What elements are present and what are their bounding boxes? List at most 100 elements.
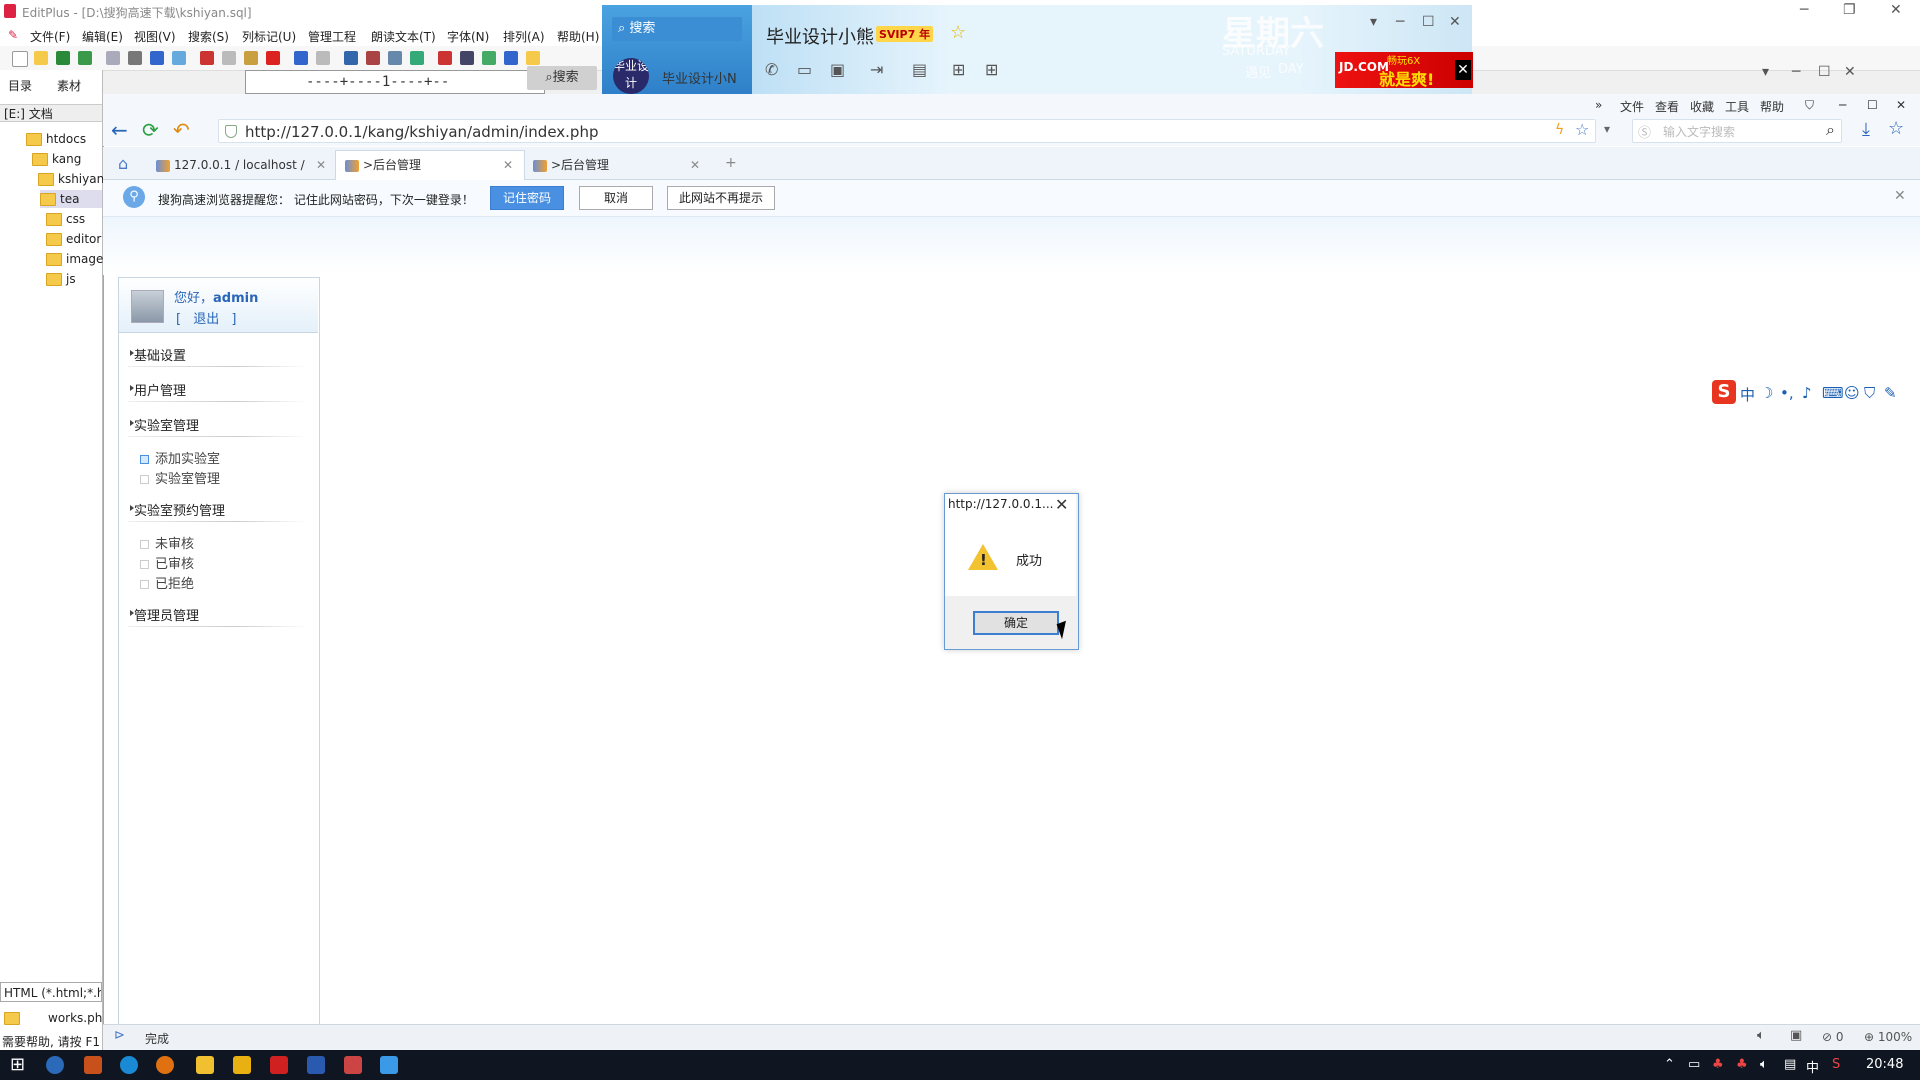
apps-icon[interactable]: ⊞: [985, 60, 998, 79]
blocked-count[interactable]: ⊘ 0: [1822, 1030, 1844, 1044]
close-icon[interactable]: ✕: [1844, 64, 1856, 80]
tray-app-icon[interactable]: ♣: [1712, 1057, 1724, 1072]
download-icon[interactable]: ⤓: [1862, 119, 1870, 140]
new-file-icon[interactable]: [12, 51, 28, 67]
find-in-files-icon[interactable]: [388, 51, 402, 65]
close-icon[interactable]: ✕: [1455, 60, 1471, 80]
close-icon[interactable]: ✕: [690, 152, 700, 178]
skin-icon[interactable]: ⛉: [1805, 98, 1814, 113]
goto-icon[interactable]: [410, 51, 424, 65]
lightning-icon[interactable]: ϟ: [1555, 122, 1564, 138]
qq-search-box[interactable]: ⌕ 搜索: [612, 17, 742, 41]
file-explorer-taskbar-icon[interactable]: [196, 1056, 214, 1074]
user-icon[interactable]: ☺: [1844, 384, 1860, 402]
menu-admin-management[interactable]: 管理员管理: [130, 605, 199, 624]
folder-taskbar-icon[interactable]: [233, 1056, 251, 1074]
browser-icon[interactable]: [172, 51, 186, 65]
invite-icon[interactable]: ⊞: [952, 60, 965, 79]
more-icon[interactable]: »: [1595, 98, 1602, 112]
moon-icon[interactable]: ☽: [1760, 384, 1773, 402]
menu-lab-list[interactable]: 实验室管理: [140, 468, 220, 487]
punctuation-icon[interactable]: •,: [1780, 384, 1794, 402]
home-icon[interactable]: ⌂: [118, 154, 128, 173]
notification-icon[interactable]: ▤: [1784, 1057, 1796, 1072]
file-filter-select[interactable]: HTML (*.html;*.htm): [0, 982, 102, 1002]
menu-view[interactable]: 查看: [1655, 98, 1679, 115]
menu-pending[interactable]: 未审核: [140, 533, 194, 552]
menu-read[interactable]: 朗读文本(T): [371, 28, 436, 45]
menu-lab-management[interactable]: 实验室管理: [130, 415, 199, 434]
app-taskbar-icon[interactable]: [270, 1056, 288, 1074]
sogou-browser-taskbar-icon[interactable]: [46, 1056, 64, 1074]
editplus-taskbar-icon[interactable]: [84, 1056, 102, 1074]
chevron-down-icon[interactable]: ▾: [1604, 122, 1610, 136]
firefox-taskbar-icon[interactable]: [156, 1056, 174, 1074]
favorite-star-icon[interactable]: ☆: [1575, 120, 1589, 139]
format-icon[interactable]: [526, 51, 540, 65]
menu-favorites[interactable]: 收藏: [1690, 98, 1714, 115]
file-list-item[interactable]: works.php: [0, 1008, 102, 1028]
word-taskbar-icon[interactable]: [307, 1056, 325, 1074]
hex-icon[interactable]: [460, 51, 474, 65]
maximize-icon[interactable]: ☐: [1422, 14, 1435, 30]
minimize-icon[interactable]: ─: [1839, 98, 1846, 112]
replace-icon[interactable]: [366, 51, 380, 65]
minimize-icon[interactable]: ─: [1800, 2, 1808, 18]
tray-expand-icon[interactable]: ⌃: [1664, 1057, 1675, 1072]
close-icon[interactable]: ✕: [1896, 98, 1906, 112]
maximize-icon[interactable]: ☐: [1818, 64, 1831, 80]
skin-icon[interactable]: ⛉: [1864, 384, 1875, 402]
close-icon[interactable]: ✕: [316, 152, 326, 178]
menu-help[interactable]: 帮助(H): [557, 28, 599, 45]
word-wrap-icon[interactable]: [482, 51, 496, 65]
menu-search[interactable]: 搜索(S): [188, 28, 229, 45]
menu-user-management[interactable]: 用户管理: [130, 380, 186, 399]
windows-start-icon[interactable]: ⊞: [10, 1054, 25, 1075]
menu-column[interactable]: 列标记(U): [242, 28, 296, 45]
bookmark-icon[interactable]: ☆: [1888, 118, 1904, 139]
cancel-button[interactable]: 取消: [579, 186, 653, 210]
ruler-icon[interactable]: [504, 51, 518, 65]
tab-phpmyadmin[interactable]: 127.0.0.1 / localhost / ✕: [156, 152, 326, 178]
minimize-icon[interactable]: ─: [1396, 14, 1404, 30]
menu-rejected[interactable]: 已拒绝: [140, 573, 194, 592]
volume-icon[interactable]: 🔈︎: [1760, 1057, 1768, 1072]
qq-friend-name[interactable]: 毕业设计小N: [662, 68, 737, 87]
close-icon[interactable]: ✕: [1890, 2, 1902, 18]
keyboard-icon[interactable]: ⌨: [1822, 384, 1844, 402]
new-tab-icon[interactable]: +: [725, 155, 737, 171]
tab-directory[interactable]: 目录: [8, 77, 32, 94]
cut-icon[interactable]: [200, 51, 214, 65]
menu-project[interactable]: 管理工程: [308, 28, 356, 45]
save-icon[interactable]: [56, 51, 70, 65]
copy-icon[interactable]: [222, 51, 236, 65]
chevron-down-icon[interactable]: ▾: [1370, 14, 1377, 30]
tree-item-css[interactable]: css: [46, 210, 85, 228]
undo-close-icon[interactable]: ↶: [173, 119, 190, 141]
star-icon[interactable]: ☆: [950, 22, 966, 43]
menu-view[interactable]: 视图(V): [134, 28, 176, 45]
refresh-icon[interactable]: ⟳: [142, 119, 159, 141]
tree-item-kang[interactable]: kang: [32, 150, 81, 168]
remember-password-button[interactable]: 记住密码: [490, 186, 564, 210]
ime-lang-toggle[interactable]: 中: [1740, 384, 1755, 405]
menu-approved[interactable]: 已审核: [140, 553, 194, 572]
tree-item-image[interactable]: image: [46, 250, 103, 268]
wrench-icon[interactable]: ✎: [1884, 384, 1897, 402]
save-all-icon[interactable]: [78, 51, 92, 65]
network-icon[interactable]: ▭: [1688, 1057, 1700, 1072]
menu-booking-management[interactable]: 实验室预约管理: [130, 500, 225, 519]
menu-file[interactable]: 文件(F): [30, 28, 70, 45]
menu-font[interactable]: 字体(N): [447, 28, 489, 45]
sidebar-toggle-icon[interactable]: ⊳: [114, 1028, 125, 1043]
print-icon[interactable]: [128, 51, 142, 65]
video-icon[interactable]: ▭: [797, 60, 812, 79]
menu-tools[interactable]: 工具: [1725, 98, 1749, 115]
undo-icon[interactable]: [294, 51, 308, 65]
avatar[interactable]: 毕业设计: [613, 58, 649, 94]
close-icon[interactable]: ✕: [1449, 14, 1461, 30]
back-icon[interactable]: ←: [111, 119, 128, 141]
menu-help[interactable]: 帮助: [1760, 98, 1784, 115]
open-icon[interactable]: [34, 51, 48, 65]
ok-button[interactable]: 确定: [973, 611, 1059, 635]
